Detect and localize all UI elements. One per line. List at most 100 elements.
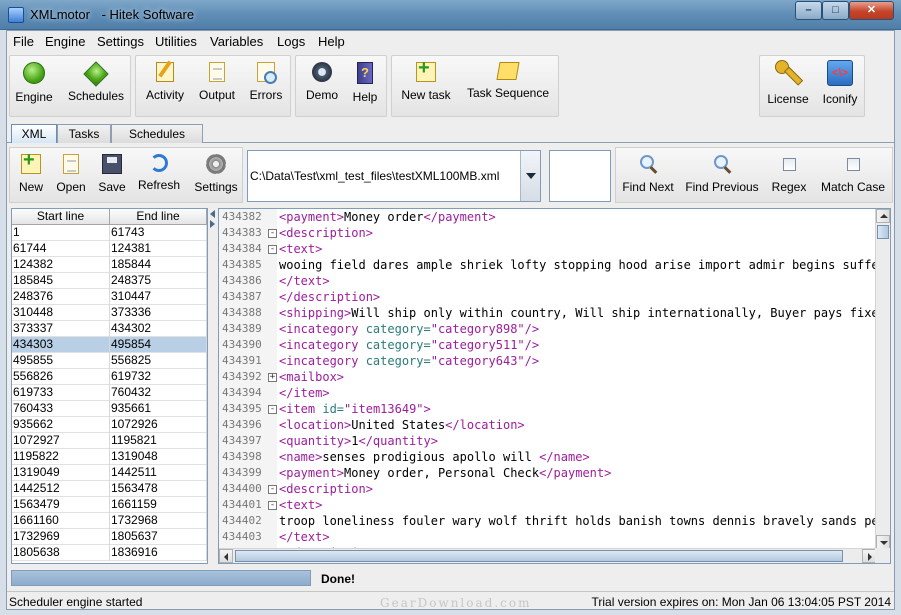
engine-button[interactable]: Engine (14, 62, 54, 104)
collapse-node-icon[interactable]: - (268, 245, 277, 254)
table-row[interactable]: 373337 434302 (12, 321, 207, 337)
code-line[interactable]: 434403 </text> (219, 529, 876, 545)
table-row[interactable]: 434303 495854 (12, 337, 207, 353)
code-line[interactable]: 434399 <payment>Money order, Personal Che… (219, 465, 876, 481)
code-line[interactable]: 434392 + <mailbox> (219, 369, 876, 385)
refresh-button[interactable]: Refresh (134, 154, 184, 192)
scroll-left-icon[interactable] (219, 549, 233, 563)
table-row[interactable]: 1319049 1442511 (12, 465, 207, 481)
code-line[interactable]: 434384- <text> (219, 241, 876, 257)
code-line[interactable]: 434389 <incategory category="category898"… (219, 321, 876, 337)
table-row[interactable]: 1805638 1836916 (12, 545, 207, 561)
schedules-button[interactable]: Schedules (64, 61, 128, 103)
menu-settings[interactable]: Settings (97, 34, 144, 49)
open-button[interactable]: Open (54, 154, 88, 194)
expand-node-icon[interactable]: + (268, 373, 277, 382)
table-row[interactable]: 495855 556825 (12, 353, 207, 369)
app-icon[interactable] (8, 7, 24, 23)
table-row[interactable]: 1 61743 (12, 225, 207, 241)
line-ranges-table[interactable]: Start line End line 1 61743 61744 124381 124… (11, 208, 208, 564)
collapse-node-icon[interactable]: - (268, 229, 277, 238)
scroll-right-icon[interactable] (862, 549, 876, 563)
table-row[interactable]: 1072927 1195821 (12, 433, 207, 449)
maximize-button[interactable]: □ (822, 1, 849, 20)
code-line[interactable]: 434385 wooing field dares ample shriek lo… (219, 257, 876, 273)
save-button[interactable]: Save (96, 154, 128, 194)
output-button[interactable]: Output (196, 62, 238, 102)
search-input[interactable] (549, 150, 611, 202)
find-next-button[interactable]: Find Next (618, 154, 678, 194)
code-line[interactable]: 434390 <incategory category="category511"… (219, 337, 876, 353)
code-line[interactable]: 434398 <name>senses prodigious apollo wil… (219, 449, 876, 465)
scroll-thumb[interactable] (235, 550, 843, 562)
code-line[interactable]: 434395- <item id="item13649"> (219, 401, 876, 417)
tab-schedules[interactable]: Schedules (111, 124, 203, 143)
table-row[interactable]: 935662 1072926 (12, 417, 207, 433)
regex-checkbox[interactable]: Regex (768, 154, 810, 194)
menu-engine[interactable]: Engine (45, 34, 85, 49)
panel-splitter[interactable] (208, 208, 218, 564)
code-line[interactable]: 434396 <location>United States</location> (219, 417, 876, 433)
table-row[interactable]: 124382 185844 (12, 257, 207, 273)
code-line[interactable]: 434382 <payment>Money order</payment> (219, 209, 876, 225)
code-line[interactable]: 434397 <quantity>1</quantity> (219, 433, 876, 449)
menu-help[interactable]: Help (318, 34, 345, 49)
menu-variables[interactable]: Variables (210, 34, 263, 49)
menu-logs[interactable]: Logs (277, 34, 305, 49)
errors-button[interactable]: Errors (246, 62, 286, 102)
new-task-button[interactable]: New task (398, 57, 454, 102)
column-end-line[interactable]: End line (110, 209, 207, 225)
tab-tasks[interactable]: Tasks (57, 124, 111, 143)
chevron-down-icon[interactable] (520, 151, 540, 201)
demo-button[interactable]: Demo (302, 62, 342, 102)
table-row[interactable]: 1442512 1563478 (12, 481, 207, 497)
collapse-node-icon[interactable]: - (268, 485, 277, 494)
scroll-thumb[interactable] (877, 225, 889, 239)
table-row[interactable]: 248376 310447 (12, 289, 207, 305)
scroll-down-icon[interactable] (876, 535, 890, 549)
iconify-button[interactable]: <\> Iconify (818, 60, 862, 106)
expand-right-icon[interactable] (210, 220, 215, 228)
collapse-left-icon[interactable] (210, 210, 215, 218)
table-row[interactable]: 1732969 1805637 (12, 529, 207, 545)
new-button[interactable]: New (14, 149, 48, 194)
vertical-scrollbar[interactable] (875, 209, 890, 549)
settings-button[interactable]: Settings (192, 154, 240, 194)
code-line[interactable]: 434400- <description> (219, 481, 876, 497)
find-previous-button[interactable]: Find Previous (682, 154, 762, 194)
table-row[interactable]: 556826 619732 (12, 369, 207, 385)
file-path-combobox[interactable]: C:\Data\Test\xml_test_files\testXML100MB… (247, 150, 541, 202)
tab-xml[interactable]: XML (11, 124, 57, 143)
table-row[interactable]: 1195822 1319048 (12, 449, 207, 465)
collapse-node-icon[interactable]: - (268, 405, 277, 414)
table-row[interactable]: 760433 935661 (12, 401, 207, 417)
table-row[interactable]: 1661160 1732968 (12, 513, 207, 529)
help-button[interactable]: Help (348, 62, 382, 104)
minimize-button[interactable]: – (795, 1, 822, 20)
collapse-node-icon[interactable]: - (268, 501, 277, 510)
code-line[interactable]: 434387 </description> (219, 289, 876, 305)
table-row[interactable]: 310448 373336 (12, 305, 207, 321)
table-row[interactable]: 61744 124381 (12, 241, 207, 257)
menu-utilities[interactable]: Utilities (155, 34, 197, 49)
code-area[interactable]: 434382 <payment>Money order</payment> 4343… (219, 209, 876, 549)
code-line[interactable]: 434394 </item> (219, 385, 876, 401)
table-row[interactable]: 185845 248375 (12, 273, 207, 289)
column-start-line[interactable]: Start line (12, 209, 110, 225)
close-button[interactable]: ✕ (849, 1, 894, 20)
code-line[interactable]: 434383- <description> (219, 225, 876, 241)
xml-editor[interactable]: 434382 <payment>Money order</payment> 4343… (218, 208, 891, 564)
code-line[interactable]: 434391 <incategory category="category643"… (219, 353, 876, 369)
task-sequence-button[interactable]: Task Sequence (462, 62, 554, 100)
scroll-up-icon[interactable] (876, 209, 890, 223)
table-row[interactable]: 619733 760432 (12, 385, 207, 401)
menu-file[interactable]: File (13, 34, 34, 49)
match-case-checkbox[interactable]: Match Case (816, 154, 890, 194)
code-line[interactable]: 434386 </text> (219, 273, 876, 289)
activity-button[interactable]: Activity (142, 62, 188, 102)
code-line[interactable]: 434388 <shipping>Will ship only within co… (219, 305, 876, 321)
code-line[interactable]: 434402 troop loneliness fouler wary wolf … (219, 513, 876, 529)
license-button[interactable]: License (764, 60, 812, 106)
code-line[interactable]: 434401- <text> (219, 497, 876, 513)
horizontal-scrollbar[interactable] (219, 548, 876, 563)
